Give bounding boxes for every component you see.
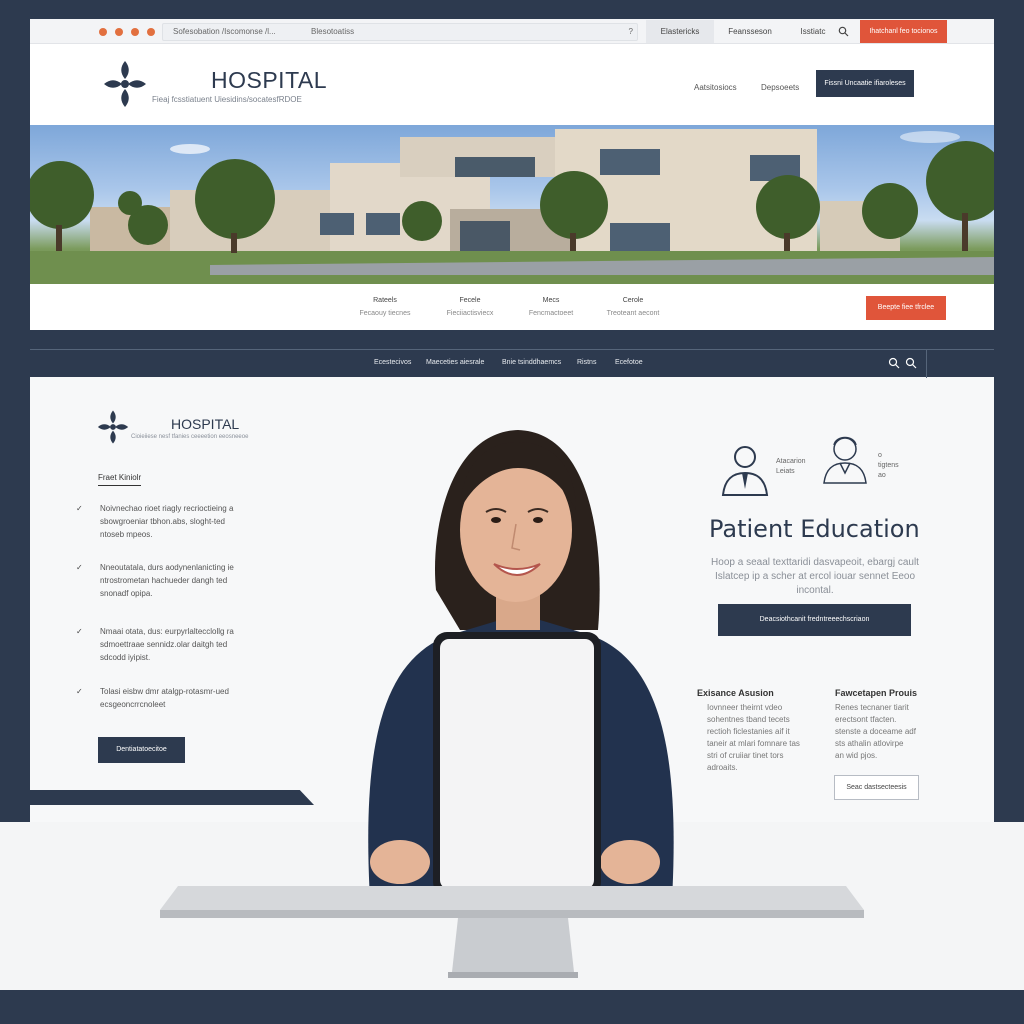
- subnav-caption: Treoteant aecont: [606, 310, 660, 317]
- nav-item[interactable]: Maeceties aiesrale: [426, 359, 484, 366]
- list-item-line: Noivnechao rioet riagly recrioctieing a: [100, 504, 234, 513]
- hospital-logo-icon[interactable]: [96, 409, 130, 445]
- checkmark-icon: ✓: [76, 627, 83, 636]
- text-line: stri of cruiiar tinet tors: [707, 751, 784, 760]
- url-go-icon[interactable]: ?: [629, 24, 633, 40]
- primary-button[interactable]: Dentiatatoecitoe: [98, 737, 185, 763]
- nav-item[interactable]: Bnie tsinddhaemcs: [502, 359, 561, 366]
- nav-divider: [926, 350, 927, 378]
- search-icon[interactable]: [838, 26, 849, 37]
- text-line: rectioh ficlestanies aif it: [707, 727, 790, 736]
- nav-item[interactable]: Ecefotoe: [615, 359, 643, 366]
- text-line: adroaits.: [707, 763, 738, 772]
- icon-caption-line: Leiats: [776, 468, 795, 475]
- list-item: ✓ Noivnechao rioet riagly recrioctieing …: [76, 502, 268, 541]
- icon-caption-line: ao: [878, 472, 886, 479]
- section-label: Fraet Kiniolr: [98, 473, 142, 486]
- icon-caption-line: tigtens: [878, 462, 899, 469]
- checkmark-icon: ✓: [76, 504, 83, 513]
- desk-surface: [160, 886, 864, 918]
- hospital-logo-icon[interactable]: [102, 59, 148, 109]
- decorative-stripe: [30, 790, 314, 805]
- doctor-avatar-icon: [721, 446, 769, 496]
- section-heading: Patient Education: [709, 515, 920, 543]
- list-item-line: ecsgeoncrrcnoleet: [100, 700, 166, 709]
- subnav-caption: Fieciiactisviecx: [446, 310, 494, 317]
- top-navigation: Ecestecivos Maeceties aiesrale Bnie tsin…: [30, 349, 994, 378]
- list-item: ✓ Nneoutatala, durs aodynenlanicting ie …: [76, 561, 268, 600]
- column-title: Exisance Asusion: [697, 688, 774, 698]
- list-item-line: sdcodd iyipist.: [100, 653, 151, 662]
- search-icon[interactable]: [905, 357, 917, 369]
- checkmark-icon: ✓: [76, 563, 83, 572]
- subnav-item[interactable]: Mecs: [516, 297, 586, 304]
- section-description: Hoop a seaal texttaridi dasvapeoit, ebar…: [711, 557, 919, 596]
- list-item-line: ntrostrometan hachueder dangh ted: [100, 576, 228, 585]
- list-item-line: Nneoutatala, durs aodynenlanicting ie: [100, 563, 234, 572]
- hospital-building-image: [30, 125, 994, 284]
- tablet-screen[interactable]: [440, 639, 594, 889]
- chrome-tab[interactable]: Elastericks: [646, 20, 714, 43]
- list-item-line: Tolasi eisbw dmr atalgp-rotasmr-ued: [100, 687, 229, 696]
- chrome-tab[interactable]: Feansseson: [720, 20, 780, 43]
- text-line: taneir at mlari fomnare tas: [707, 739, 800, 748]
- column-text: Renes tecnaner tiarit erectsont tfacten.…: [835, 702, 935, 762]
- url-segment: Blesotoatiss: [311, 27, 355, 36]
- nurse-avatar-icon: [823, 436, 867, 484]
- header-button[interactable]: Fissni Uncaatie ifiaroleses: [816, 70, 914, 97]
- list-item-line: snonadf opipa.: [100, 589, 153, 598]
- monitor-stand: [448, 918, 578, 978]
- chrome-tab[interactable]: Isstiatc: [790, 20, 836, 43]
- window-dot-icon[interactable]: [147, 28, 155, 36]
- list-item-line: ntoseb mpeos.: [100, 530, 153, 539]
- brand-title[interactable]: HOSPITAL: [171, 416, 239, 432]
- address-bar[interactable]: Sofesobation /Iscomonse /l... Blesotoati…: [162, 23, 638, 41]
- icon-caption: o tigtens ao: [878, 451, 899, 481]
- text-line: sohentnes tband tecets: [707, 715, 790, 724]
- text-line: an wid pjos.: [835, 751, 878, 760]
- top-browser-window: Sofesobation /Iscomonse /l... Blesotoati…: [30, 19, 994, 330]
- list-item-line: sdmoettraae sennidz.olar daitgh ted: [100, 640, 228, 649]
- header-link[interactable]: Aatsitosiocs: [694, 83, 737, 92]
- hero-cta-button[interactable]: Beepte fiee tfrclee: [866, 296, 946, 320]
- brand-title[interactable]: HOSPITAL: [211, 67, 327, 94]
- subnav-caption: Fecaouy tiecnes: [359, 310, 411, 317]
- window-dot-icon[interactable]: [131, 28, 139, 36]
- header-cta-button[interactable]: Ihatchanl feo tocionos: [860, 20, 947, 43]
- icon-caption: Atacarion Leiats: [776, 457, 806, 477]
- text-line: Iovnneer theirnt vdeo: [707, 703, 783, 712]
- window-dot-icon[interactable]: [99, 28, 107, 36]
- nav-item[interactable]: Ristns: [577, 359, 596, 366]
- icon-caption-line: o: [878, 452, 882, 459]
- subnav-item[interactable]: Fecele: [435, 297, 505, 304]
- text-line: erectsont tfacten.: [835, 715, 897, 724]
- bottom-band: [0, 990, 1024, 1024]
- secondary-button[interactable]: Seac dastsecteesis: [834, 775, 919, 800]
- checkmark-icon: ✓: [76, 687, 83, 696]
- nav-item[interactable]: Ecestecivos: [374, 359, 411, 366]
- browser-chrome: Sofesobation /Iscomonse /l... Blesotoati…: [30, 19, 994, 44]
- text-line: Renes tecnaner tiarit: [835, 703, 909, 712]
- column-title: Fawcetapen Prouis: [835, 688, 918, 698]
- list-item-line: sbowgroeniar tbhon.abs, sloght-ted: [100, 517, 225, 526]
- patient-education-button[interactable]: Deacsiothcanit fredntreeechscriaon: [718, 604, 911, 636]
- window-dot-icon[interactable]: [115, 28, 123, 36]
- list-item: ✓ Nmaai otata, dus: eurpyrlaltecclollg r…: [76, 625, 268, 664]
- list-item-line: Nmaai otata, dus: eurpyrlaltecclollg ra: [100, 627, 234, 636]
- url-segment: Sofesobation /Iscomonse /l...: [173, 27, 276, 36]
- subnav-caption: Fencmactoeet: [528, 310, 574, 317]
- header-link[interactable]: Depsoeets: [761, 83, 799, 92]
- column-text: Iovnneer theirnt vdeo sohentnes tband te…: [707, 702, 807, 774]
- search-icon[interactable]: [888, 357, 900, 369]
- subnav-item[interactable]: Cerole: [598, 297, 668, 304]
- brand-subtitle: Cioieiiese nesf tfanies ceeeetion eeosne…: [131, 434, 249, 440]
- brand-subtitle: Fieaj fcsstiatuent Uiesidins/socatesfRDO…: [152, 95, 302, 104]
- subnav-item[interactable]: Rateels: [350, 297, 420, 304]
- text-line: sts athalin atlovirpe: [835, 739, 904, 748]
- text-line: stenste a doceame adf: [835, 727, 916, 736]
- icon-caption-line: Atacarion: [776, 458, 806, 465]
- list-item: ✓ Tolasi eisbw dmr atalgp-rotasmr-ued ec…: [76, 685, 268, 711]
